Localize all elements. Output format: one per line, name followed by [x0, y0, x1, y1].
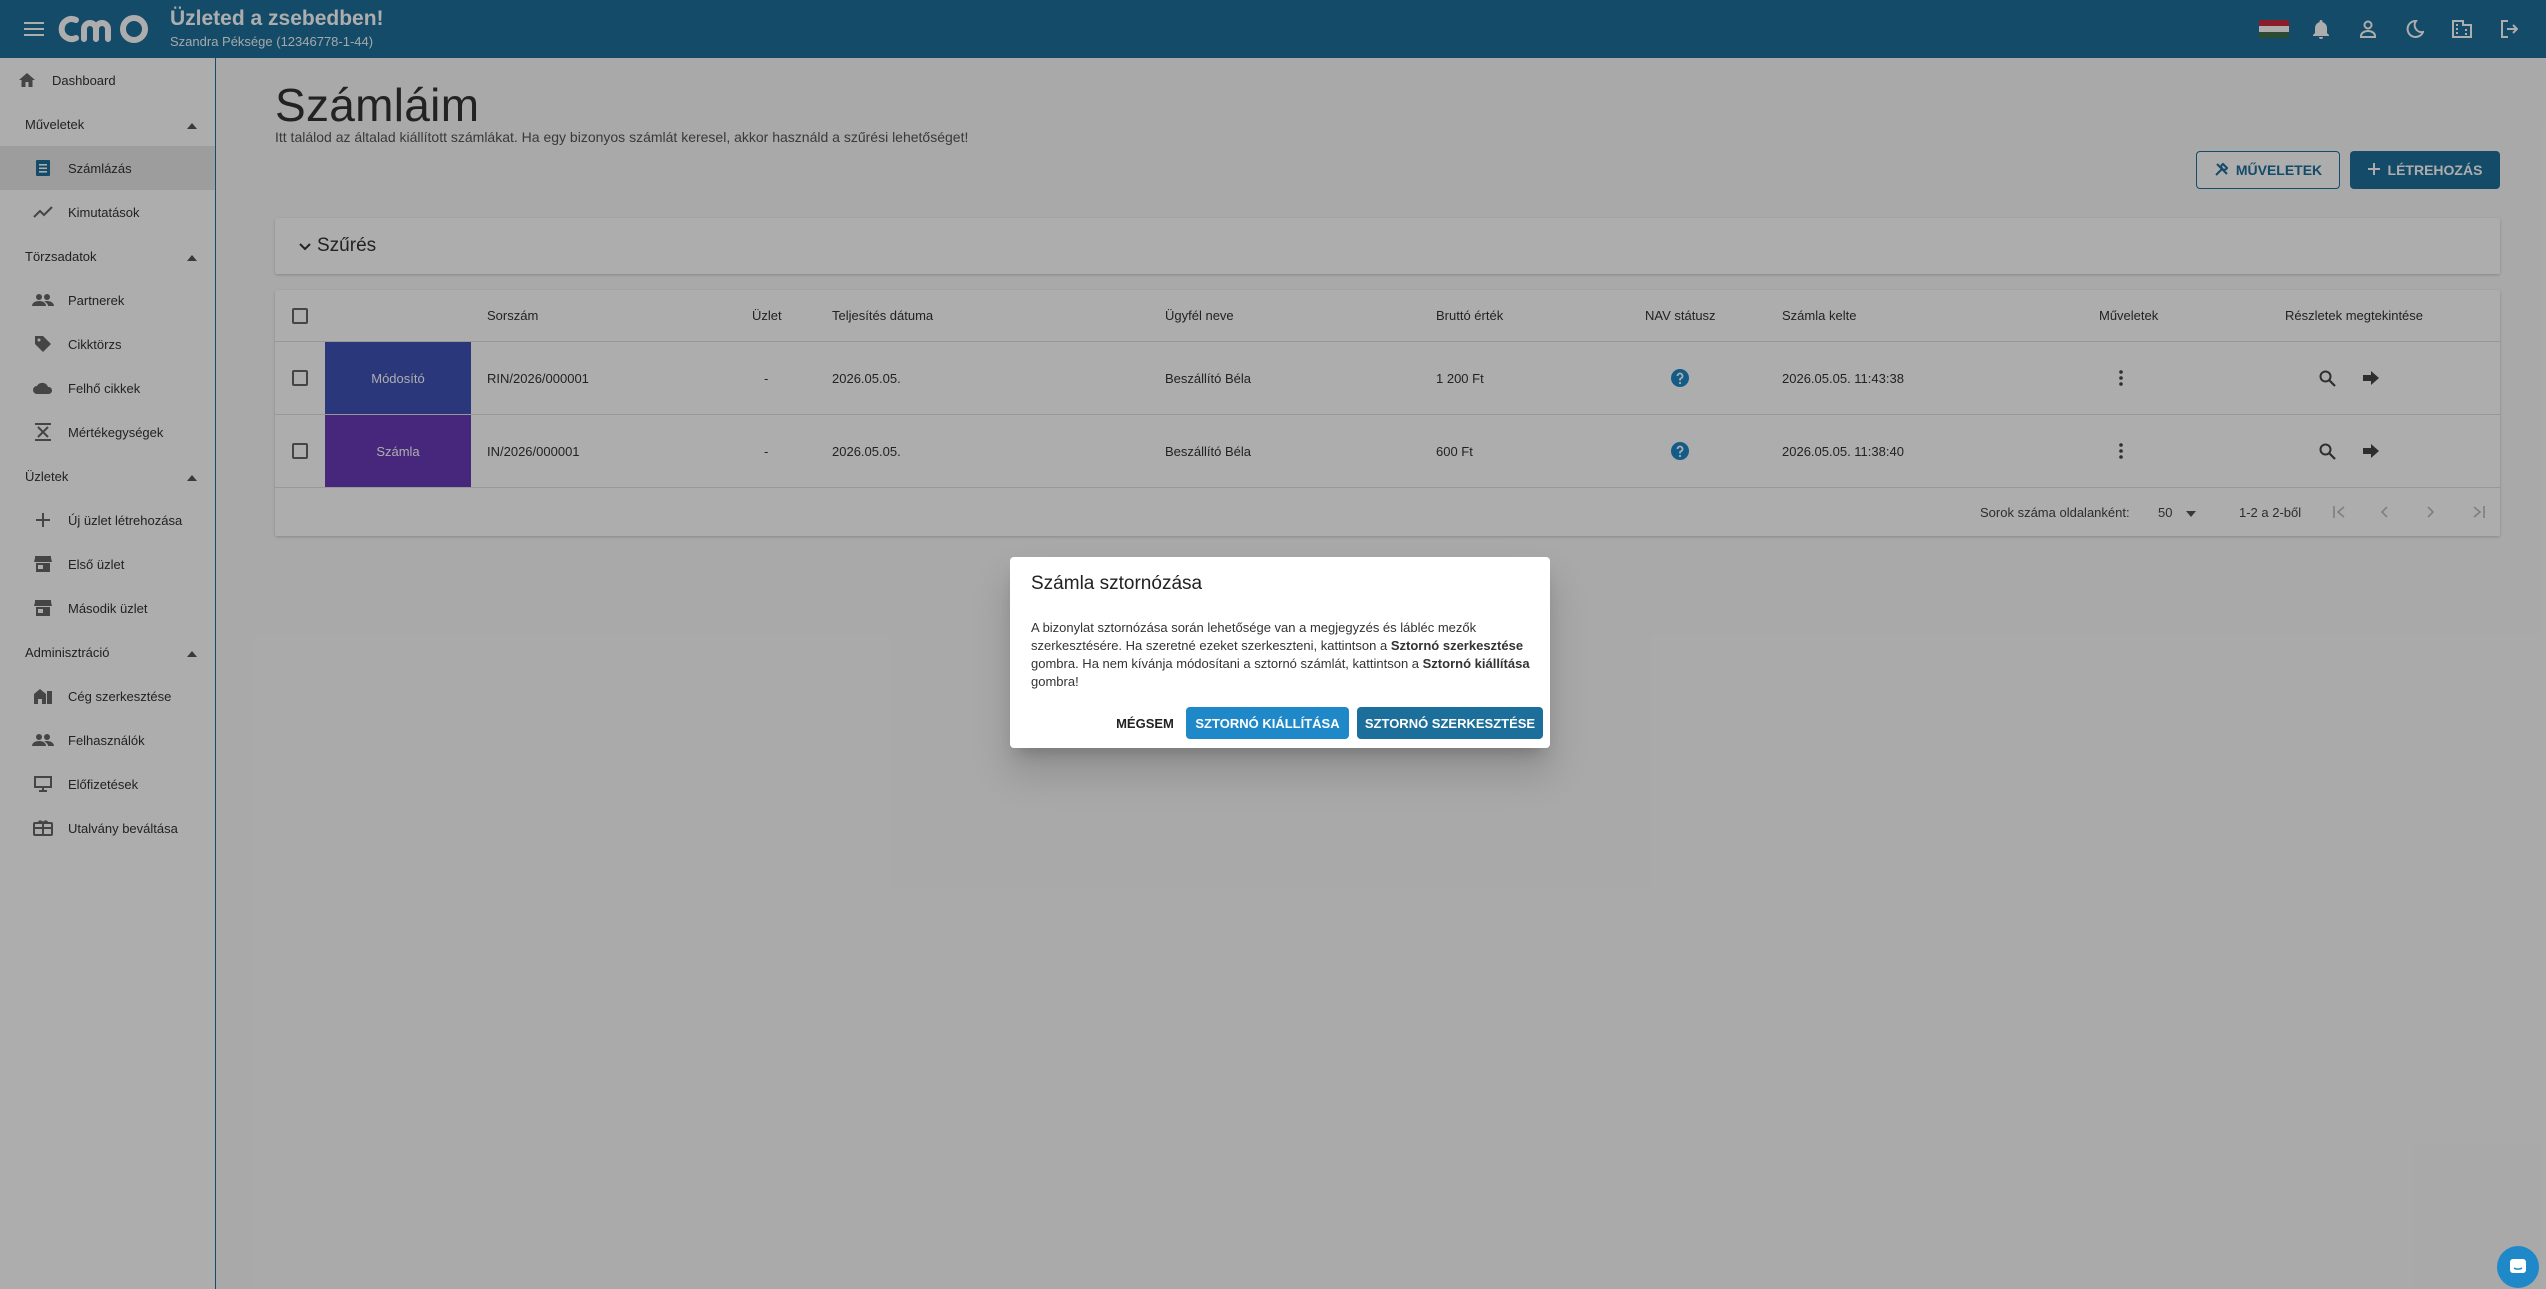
- dialog-text-bold: Sztornó szerkesztése: [1390, 638, 1524, 653]
- chat-support-icon[interactable]: [2497, 1246, 2539, 1288]
- cancel-button[interactable]: MÉGSEM: [1110, 707, 1180, 739]
- dialog-text: gombra. Ha nem kívánja módosítani a szto…: [1031, 656, 1423, 671]
- dialog-text: gombra!: [1031, 674, 1079, 689]
- storno-dialog: Számla sztornózása A bizonylat sztornózá…: [1010, 557, 1550, 748]
- edit-storno-button[interactable]: SZTORNÓ SZERKESZTÉSE: [1357, 707, 1543, 739]
- dialog-title: Számla sztornózása: [1031, 573, 1203, 594]
- dialog-message: A bizonylat sztornózása során lehetősége…: [1031, 619, 1536, 691]
- issue-storno-button[interactable]: SZTORNÓ KIÁLLÍTÁSA: [1186, 707, 1349, 739]
- dialog-text-bold: Sztornó kiállítása: [1422, 656, 1530, 671]
